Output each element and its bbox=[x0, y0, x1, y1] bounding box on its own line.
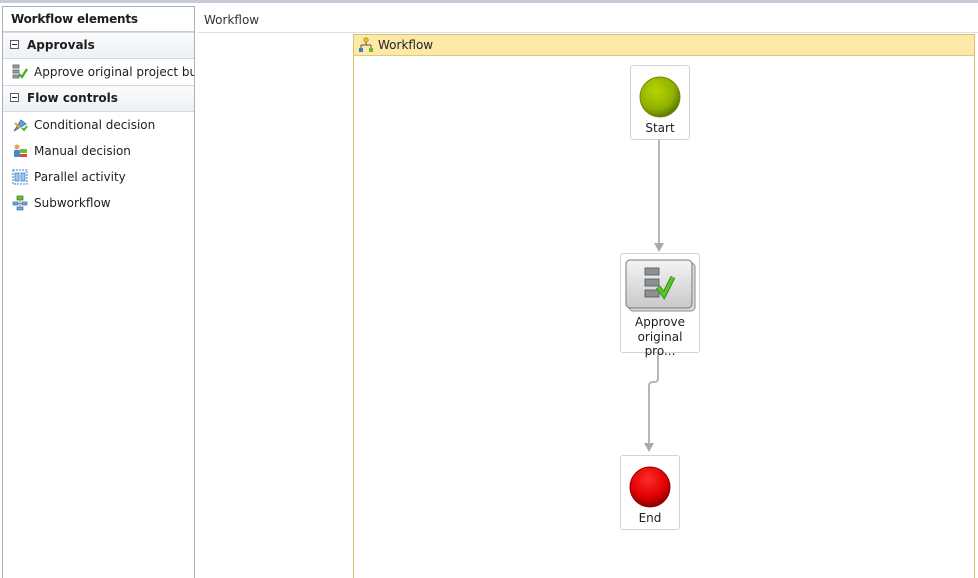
approval-icon bbox=[625, 259, 696, 312]
approval-node-label-line1: Approve bbox=[635, 315, 685, 329]
connector-start-to-approval[interactable] bbox=[654, 140, 664, 252]
end-node[interactable]: End bbox=[620, 455, 680, 530]
connector-approval-to-end[interactable] bbox=[644, 353, 659, 452]
start-node[interactable]: Start bbox=[630, 65, 690, 140]
start-circle-icon bbox=[639, 76, 681, 118]
end-circle-icon bbox=[629, 466, 671, 508]
workflow-connectors bbox=[644, 140, 664, 452]
approval-node-label-line2: original pro... bbox=[637, 330, 683, 358]
approval-node[interactable]: Approve original pro... bbox=[620, 253, 700, 358]
start-node-label: Start bbox=[645, 121, 675, 135]
end-node-label: End bbox=[638, 511, 662, 525]
